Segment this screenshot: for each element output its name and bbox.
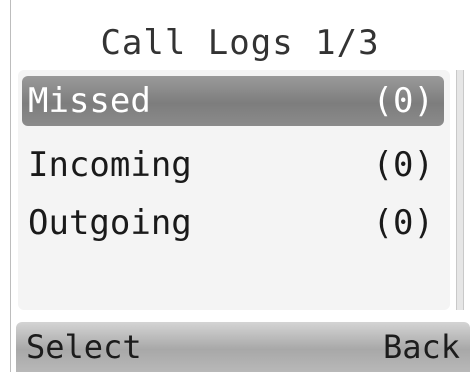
- menu-item-label: Incoming: [28, 145, 192, 185]
- screen-border: [10, 0, 11, 372]
- scrollbar[interactable]: [456, 70, 464, 310]
- menu-item-outgoing[interactable]: Outgoing (0): [22, 198, 444, 248]
- menu-item-count: (0): [372, 145, 434, 185]
- menu-item-label: Missed: [28, 81, 151, 121]
- back-softkey[interactable]: Back: [383, 328, 460, 366]
- softkey-bar: Select Back: [16, 322, 470, 372]
- select-softkey[interactable]: Select: [26, 328, 142, 366]
- menu-item-count: (0): [372, 203, 434, 243]
- menu-item-label: Outgoing: [28, 203, 192, 243]
- call-log-menu: Missed (0) Incoming (0) Outgoing (0): [18, 70, 450, 310]
- page-title: Call Logs 1/3: [100, 23, 380, 63]
- menu-item-count: (0): [372, 81, 434, 121]
- menu-item-missed[interactable]: Missed (0): [22, 76, 444, 126]
- menu-item-incoming[interactable]: Incoming (0): [22, 140, 444, 190]
